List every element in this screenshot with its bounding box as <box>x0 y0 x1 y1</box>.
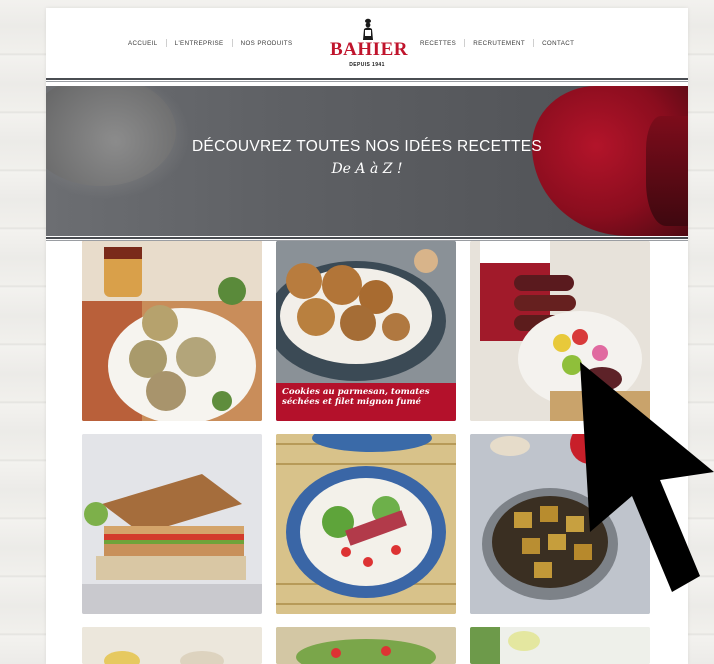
nav-item-produits[interactable]: NOS PRODUITS <box>241 40 293 47</box>
logo-tagline: DEPUIS 1941 <box>349 62 385 68</box>
nav-item-recettes[interactable]: RECETTES <box>420 40 456 47</box>
recipe-caption: Cookies au parmesan, tomates séchées et … <box>276 383 456 421</box>
recipe-card-9[interactable] <box>470 627 650 664</box>
nav-separator <box>533 39 535 47</box>
nav-item-contact[interactable]: CONTACT <box>542 40 574 47</box>
nav-separator <box>231 39 233 47</box>
recipe-image-sandwich <box>82 434 262 614</box>
recipe-card-1[interactable] <box>82 241 262 421</box>
recipe-image-partial-3 <box>470 627 650 664</box>
mouse-cursor-icon <box>580 362 714 592</box>
recipe-card-2[interactable]: Cookies au parmesan, tomates séchées et … <box>276 241 456 421</box>
banner-subtitle: De A à Z ! <box>331 161 403 177</box>
recipe-image-partial-1 <box>82 627 262 664</box>
banner-divider <box>46 237 688 239</box>
banner-title: DÉCOUVREZ TOUTES NOS IDÉES RECETTES <box>191 138 543 155</box>
main-nav-right: RECETTES RECRUTEMENT CONTACT <box>420 39 574 47</box>
recipe-card-4[interactable] <box>82 434 262 614</box>
nav-item-entreprise[interactable]: L'ENTREPRISE <box>175 40 224 47</box>
recipe-card-8[interactable] <box>276 627 456 664</box>
nav-item-recrutement[interactable]: RECRUTEMENT <box>473 40 525 47</box>
recipe-card-5[interactable] <box>276 434 456 614</box>
recipes-banner: DÉCOUVREZ TOUTES NOS IDÉES RECETTES De A… <box>46 86 688 236</box>
header-divider-thin <box>46 81 688 82</box>
recipe-image-partial-2 <box>276 627 456 664</box>
recipe-card-7[interactable] <box>82 627 262 664</box>
nav-item-accueil[interactable]: ACCUEIL <box>128 40 158 47</box>
chef-figure-icon <box>363 18 373 40</box>
recipe-image-salad <box>276 434 456 614</box>
site-header: ACCUEIL L'ENTREPRISE NOS PRODUITS BAHIER D… <box>46 8 688 78</box>
logo-wordmark: BAHIER <box>330 39 408 60</box>
nav-separator <box>464 39 466 47</box>
nav-separator <box>165 39 167 47</box>
header-divider <box>46 78 688 80</box>
bahier-logo[interactable]: BAHIER DEPUIS 1941 <box>330 18 408 72</box>
main-nav-left: ACCUEIL L'ENTREPRISE NOS PRODUITS <box>128 39 293 47</box>
recipe-image-stuffed-balls <box>82 241 262 421</box>
